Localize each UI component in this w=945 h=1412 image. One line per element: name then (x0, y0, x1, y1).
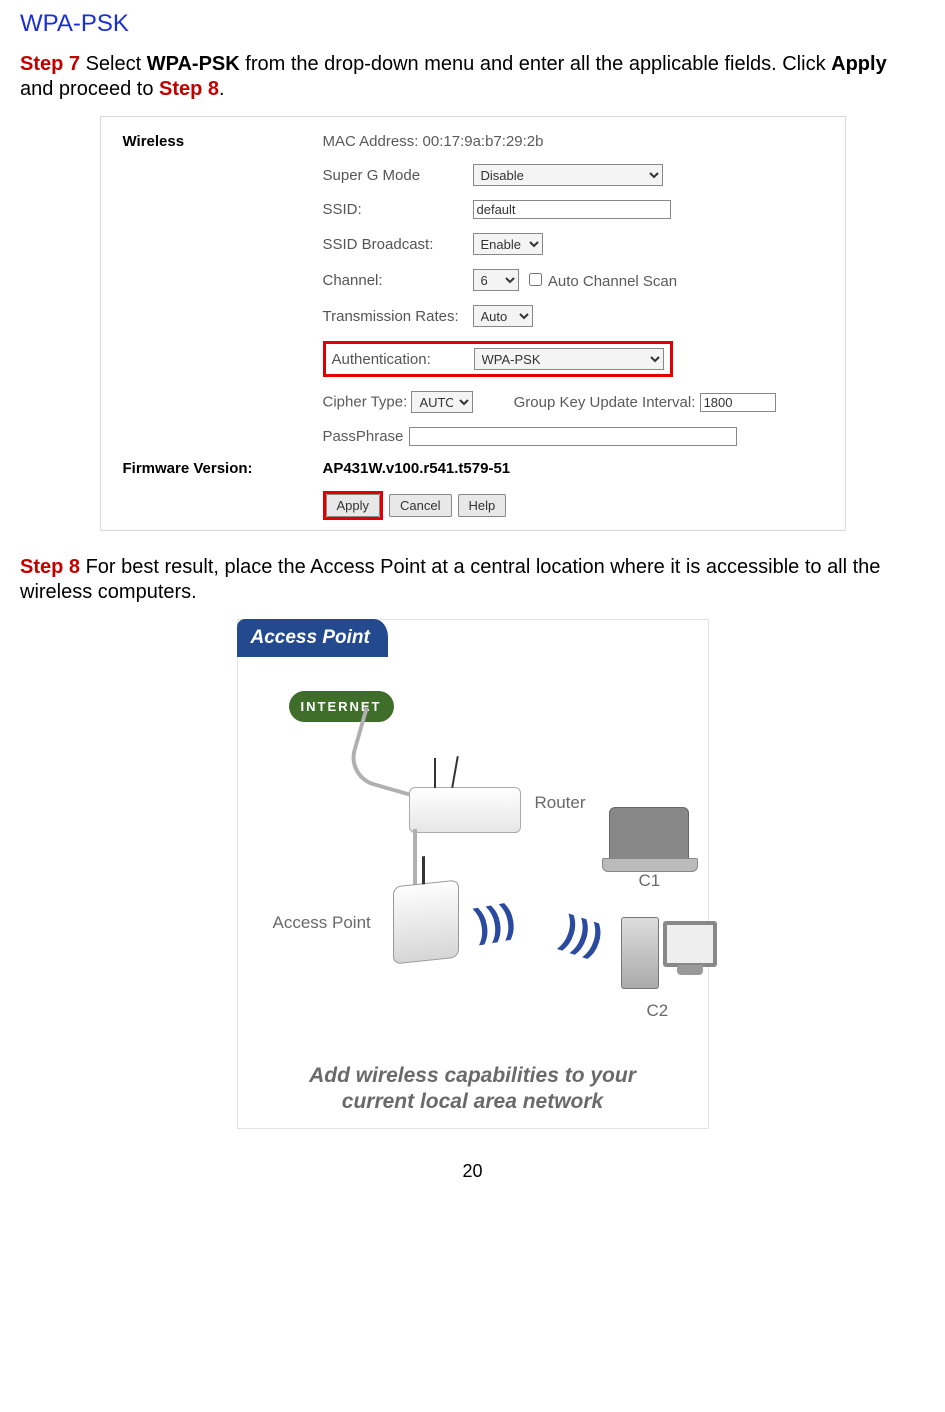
diagram-tab: Access Point (237, 619, 388, 657)
step7-text-a: Select (80, 53, 147, 75)
laptop-icon (609, 807, 689, 859)
diagram-canvas: INTERNET Router Access Point ))) ))) C1 … (243, 661, 703, 1061)
superg-label: Super G Mode (323, 167, 473, 184)
auto-channel-scan-label: Auto Channel Scan (548, 273, 677, 290)
step7-bold-apply: Apply (831, 53, 887, 75)
ssid-label: SSID: (323, 201, 473, 218)
section-heading: WPA-PSK (20, 10, 925, 38)
authentication-select[interactable]: WPA-PSK (474, 348, 664, 370)
transmission-rates-select[interactable]: Auto (473, 305, 533, 327)
ssid-input[interactable] (473, 200, 671, 219)
channel-select[interactable]: 6 (473, 269, 519, 291)
group-key-interval-input[interactable] (700, 393, 776, 412)
step7-paragraph: Step 7 Select WPA-PSK from the drop-down… (20, 52, 925, 102)
caption-line-1: Add wireless capabilities to your (309, 1064, 636, 1087)
c1-label: C1 (639, 871, 661, 891)
diagram-caption: Add wireless capabilities to your curren… (238, 1061, 708, 1116)
superg-select[interactable]: Disable (473, 164, 663, 186)
button-bar: Apply Cancel Help (323, 491, 823, 520)
sidebar-wireless: Wireless (123, 133, 323, 150)
caption-line-2: current local area network (342, 1090, 603, 1113)
ssid-broadcast-label: SSID Broadcast: (323, 236, 473, 253)
page-number: 20 (20, 1161, 925, 1182)
step8-paragraph: Step 8 For best result, place the Access… (20, 555, 925, 605)
apply-highlight: Apply (323, 491, 384, 520)
step7-text-b: from the drop-down menu and enter all th… (240, 53, 831, 75)
wifi-waves-icon: ))) (471, 896, 518, 947)
router-icon (409, 787, 521, 833)
transmission-rates-label: Transmission Rates: (323, 308, 473, 325)
auto-channel-scan-checkbox[interactable] (529, 273, 542, 286)
sidebar-firmware: Firmware Version: (123, 460, 323, 477)
step8-text: For best result, place the Access Point … (20, 556, 880, 603)
authentication-highlight: Authentication: WPA-PSK (323, 341, 673, 377)
cancel-button[interactable]: Cancel (389, 494, 451, 517)
monitor-icon (663, 921, 717, 967)
auto-channel-scan-group: Auto Channel Scan (525, 270, 678, 290)
router-label: Router (535, 793, 586, 813)
cipher-type-label: Cipher Type: (323, 394, 408, 411)
cipher-type-select[interactable]: AUTO (411, 391, 473, 413)
wifi-waves-icon: ))) (555, 912, 607, 967)
step7-label: Step 7 (20, 53, 80, 75)
firmware-version: AP431W.v100.r541.t579-51 (323, 460, 511, 477)
authentication-label: Authentication: (332, 351, 474, 368)
apply-button[interactable]: Apply (326, 494, 381, 517)
access-point-diagram: Access Point INTERNET Router Access Poin… (237, 619, 709, 1129)
step7-text-c: and proceed to (20, 78, 159, 100)
access-point-label: Access Point (273, 913, 371, 933)
wireless-settings-screenshot: Wireless MAC Address: 00:17:9a:b7:29:2b … (100, 116, 846, 531)
ssid-broadcast-select[interactable]: Enable (473, 233, 543, 255)
step7-text-d: . (219, 78, 225, 100)
channel-label: Channel: (323, 272, 473, 289)
step7-bold-wpapsk: WPA-PSK (147, 53, 240, 75)
help-button[interactable]: Help (458, 494, 507, 517)
passphrase-input[interactable] (409, 427, 737, 446)
mac-address: MAC Address: 00:17:9a:b7:29:2b (323, 133, 544, 150)
c2-label: C2 (647, 1001, 669, 1021)
step8-label: Step 8 (20, 556, 80, 578)
step7-step8-ref: Step 8 (159, 78, 219, 100)
desktop-tower-icon (621, 917, 659, 989)
access-point-icon (393, 880, 459, 965)
group-key-interval-label: Group Key Update Interval: (514, 394, 696, 411)
passphrase-label: PassPhrase (323, 428, 404, 445)
